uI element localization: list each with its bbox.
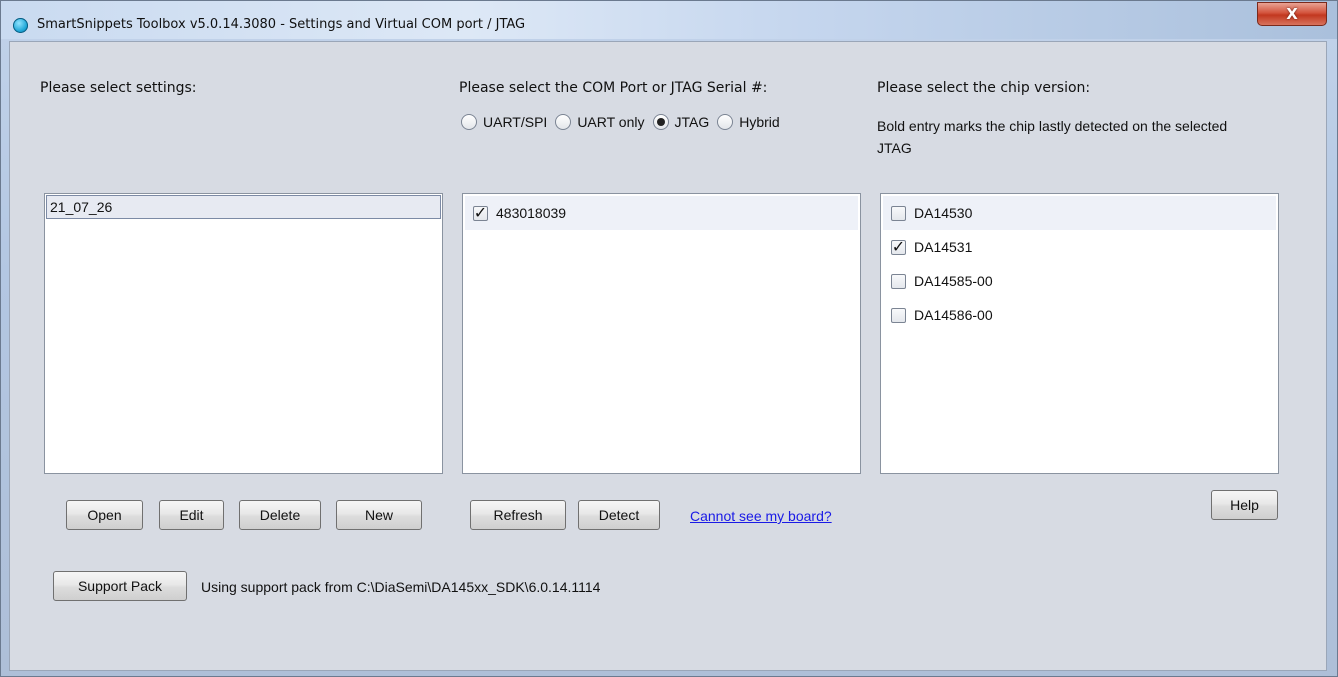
close-icon: X (1286, 5, 1298, 23)
delete-button[interactable]: Delete (239, 500, 321, 530)
checkbox-icon[interactable] (891, 205, 906, 221)
edit-button[interactable]: Edit (159, 500, 224, 530)
mode-uart-spi[interactable]: UART/SPI (461, 114, 547, 130)
cannot-see-board-link[interactable]: Cannot see my board? (690, 508, 832, 524)
chip-item[interactable]: DA14585-00 (883, 264, 1276, 298)
chip-list[interactable]: DA14530 ✓ DA14531 DA14585-00 DA14586-00 (880, 193, 1279, 474)
chip-item-label: DA14586-00 (914, 307, 993, 323)
mode-label: JTAG (674, 114, 710, 130)
check-icon[interactable]: ✓ (891, 239, 906, 255)
port-heading: Please select the COM Port or JTAG Seria… (459, 80, 768, 96)
close-button[interactable]: X (1257, 2, 1327, 26)
mode-label: UART/SPI (483, 114, 548, 130)
mode-uart-only[interactable]: UART only (555, 114, 645, 130)
chip-item-label: DA14530 (914, 205, 973, 221)
checkbox-icon[interactable] (891, 273, 906, 289)
support-pack-path: Using support pack from C:\DiaSemi\DA145… (201, 579, 601, 595)
client-area: Please select settings: 21_07_26 Open Ed… (9, 41, 1327, 671)
app-icon (13, 18, 28, 33)
chip-item[interactable]: ✓ DA14531 (883, 230, 1276, 264)
chip-item-label: DA14531 (914, 239, 973, 255)
chip-heading: Please select the chip version: (877, 80, 1091, 96)
mode-label: UART only (577, 114, 645, 130)
window-title: SmartSnippets Toolbox v5.0.14.3080 - Set… (37, 17, 526, 32)
title-bar: SmartSnippets Toolbox v5.0.14.3080 - Set… (1, 1, 1337, 39)
port-item[interactable]: ✓ 483018039 (465, 196, 858, 230)
radio-icon[interactable] (555, 114, 572, 130)
refresh-button[interactable]: Refresh (470, 500, 566, 530)
radio-icon[interactable] (717, 114, 734, 130)
help-button[interactable]: Help (1211, 490, 1278, 520)
chip-description: Bold entry marks the chip lastly detecte… (877, 118, 1228, 156)
port-list[interactable]: ✓ 483018039 (462, 193, 861, 474)
chip-item-label: DA14585-00 (914, 273, 993, 289)
mode-hybrid[interactable]: Hybrid (717, 114, 780, 130)
check-icon[interactable]: ✓ (473, 205, 488, 221)
chip-item[interactable]: DA14586-00 (883, 298, 1276, 332)
new-button[interactable]: New (336, 500, 422, 530)
radio-selected-icon[interactable] (652, 114, 669, 130)
detect-button[interactable]: Detect (578, 500, 660, 530)
port-mode-group: UART/SPI UART only JTAG Hybrid (461, 114, 788, 130)
support-pack-button[interactable]: Support Pack (53, 571, 187, 601)
settings-heading: Please select settings: (40, 80, 197, 96)
checkbox-icon[interactable] (891, 307, 906, 323)
settings-item[interactable]: 21_07_26 (46, 195, 441, 219)
mode-label: Hybrid (739, 114, 780, 130)
app-window: SmartSnippets Toolbox v5.0.14.3080 - Set… (0, 0, 1338, 677)
chip-item[interactable]: DA14530 (883, 196, 1276, 230)
radio-icon[interactable] (461, 114, 477, 130)
port-item-label: 483018039 (496, 205, 567, 221)
settings-list[interactable]: 21_07_26 (44, 193, 443, 474)
mode-jtag[interactable]: JTAG (652, 114, 710, 130)
open-button[interactable]: Open (66, 500, 143, 530)
